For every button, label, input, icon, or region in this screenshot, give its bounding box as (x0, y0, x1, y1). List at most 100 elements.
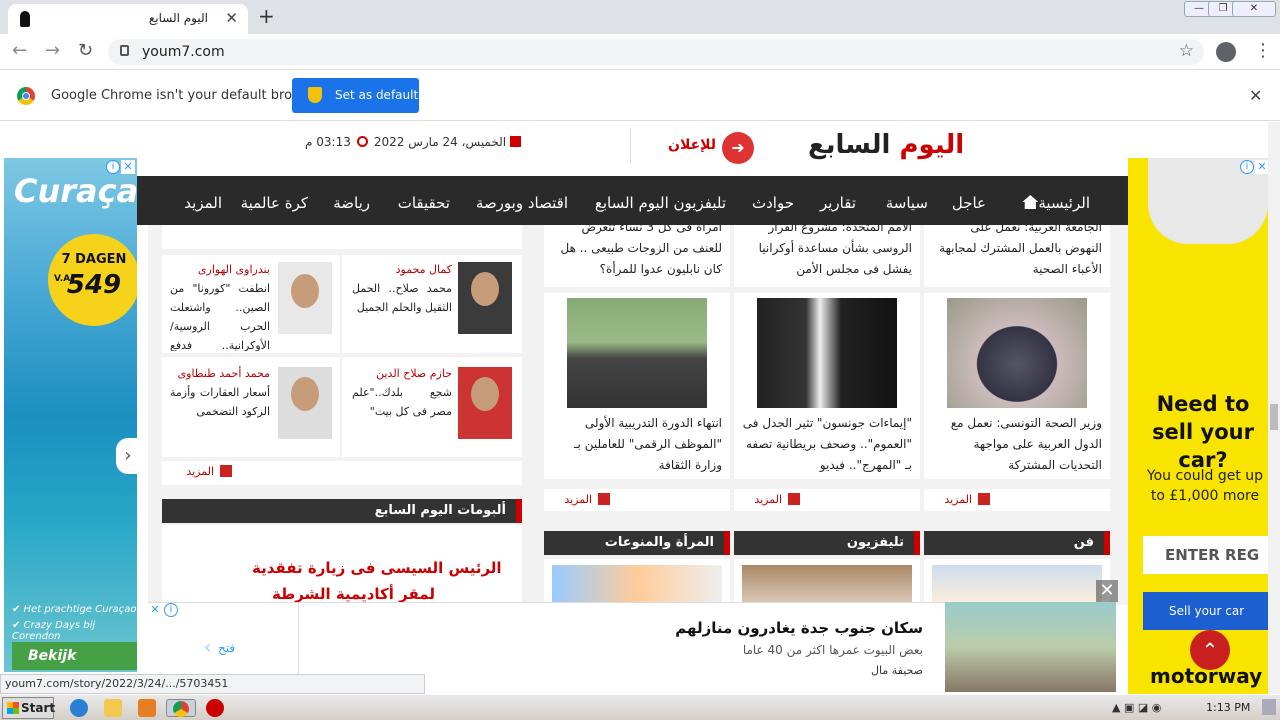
news-card[interactable]: انتهاء الدورة التدريبية الأولى "الموظف ا… (544, 293, 730, 479)
news-title[interactable]: وزير الصحة التونسى: نعمل مع الدول العربي… (930, 413, 1102, 476)
section-header-women[interactable]: المرأة والمنوعات (544, 531, 730, 555)
badge-top: 7 DAGEN (61, 252, 127, 267)
albums-box[interactable]: الرئيس السيسى فى زيارة تفقدية لمقر أكادي… (162, 525, 522, 605)
explorer-icon[interactable] (104, 699, 122, 717)
news-card[interactable]: الجامعة العربية: نعمل على النهوض بالعمل … (924, 225, 1110, 287)
account-icon[interactable] (1216, 42, 1236, 62)
site-logo[interactable]: اليوم السابع (808, 130, 964, 160)
ad-info-icon[interactable]: i (164, 603, 178, 617)
sell-car-button[interactable]: Sell your car (1143, 592, 1268, 630)
nav-politics[interactable]: سياسة (886, 194, 928, 212)
infobar-close-icon[interactable]: ✕ (1249, 86, 1262, 105)
nav-accidents[interactable]: حوادث (752, 194, 794, 212)
ad-info-icon[interactable]: i (106, 160, 120, 174)
set-as-default-button[interactable]: Set as default (292, 78, 419, 113)
app-icon[interactable] (206, 699, 224, 717)
news-card[interactable]: الأمم المتحدة: مشروع القرار الروسى بشأن … (734, 225, 920, 287)
nav-more[interactable]: المزيد (184, 194, 222, 212)
tab-active[interactable]: اليوم السابع ✕ (8, 4, 248, 34)
column-card[interactable]: محمد أحمد طنطاوى أسعار العقارات وأزمة ال… (162, 357, 340, 457)
column-card[interactable]: كمال محمود محمد صلاح.. الحمل الثقيل والح… (342, 255, 522, 353)
forward-icon[interactable]: → (45, 40, 60, 61)
more-link[interactable]: المزيد (186, 465, 232, 478)
ad-close-icon[interactable]: ✕ (121, 160, 135, 174)
nav-reports[interactable]: تقارير (820, 194, 856, 212)
section-image[interactable] (552, 565, 722, 605)
nav-tv[interactable]: تليفزيون اليوم السابع (595, 194, 726, 212)
chrome-taskbar-button[interactable] (166, 699, 196, 717)
column-author[interactable]: حازم صلاح الدين (376, 367, 452, 380)
column-title[interactable]: شجع بلدك.."علم مصر فى كل بيت" (352, 383, 452, 421)
news-title[interactable]: الجامعة العربية: نعمل على النهوض بالعمل … (930, 225, 1102, 280)
nav-breaking[interactable]: عاجل (952, 194, 986, 212)
column-title[interactable]: انطفت "كورونا" من الصين.. واشتعلت الحرب … (170, 279, 270, 351)
reload-icon[interactable]: ↻ (78, 40, 93, 61)
ad-cta-button[interactable]: Bekijk aanbod (12, 642, 137, 670)
right-advertisement[interactable]: Need to sell your car? You could get up … (1128, 158, 1268, 694)
column-author[interactable]: كمال محمود (396, 263, 452, 276)
ad-open-link[interactable]: فتح (218, 641, 235, 655)
section-image[interactable] (932, 565, 1102, 605)
nav-home[interactable]: الرئيسية (1018, 194, 1090, 212)
ie-icon[interactable] (70, 699, 88, 717)
section-card[interactable] (924, 559, 1110, 605)
column-author[interactable]: بندراوى الهوارى (198, 263, 270, 276)
nav-sports[interactable]: رياضة (333, 194, 370, 212)
chevron-right-icon[interactable]: › (116, 438, 137, 474)
close-window-button[interactable]: ✕ (1232, 1, 1276, 17)
address-bar[interactable]: youm7.com ☆ (108, 39, 1204, 65)
news-card[interactable]: "إيماءات جونسون" تثير الجدل فى "العموم".… (734, 293, 920, 479)
bookmark-star-icon[interactable]: ☆ (1179, 41, 1194, 61)
tray-icons[interactable]: ▲ ▣ ◪ ◉ (1112, 701, 1161, 714)
overlay-close-icon[interactable]: ✕ (1096, 580, 1118, 602)
news-card[interactable]: امرأة فى كل 3 نساء تتعرض للعنف من الزوجا… (544, 225, 730, 287)
section-image[interactable] (742, 565, 912, 605)
section-header-tv[interactable]: تليفزيون (734, 531, 920, 555)
nav-economy[interactable]: اقتصاد وبورصة (476, 194, 568, 212)
chevron-left-icon[interactable]: ‹ (204, 637, 211, 658)
media-player-icon[interactable] (138, 699, 156, 717)
more-link[interactable]: المزيد (944, 493, 990, 506)
ad-title[interactable]: سكان جنوب جدة يغادرون منازلهم (653, 619, 923, 637)
news-title[interactable]: امرأة فى كل 3 نساء تتعرض للعنف من الزوجا… (550, 225, 722, 280)
news-title[interactable]: "إيماءات جونسون" تثير الجدل فى "العموم".… (740, 413, 912, 476)
column-card[interactable]: حازم صلاح الدين شجع بلدك.."علم مصر فى كل… (342, 357, 522, 457)
section-card[interactable] (544, 559, 730, 605)
registration-input[interactable]: ENTER REG (1143, 536, 1268, 574)
face (291, 274, 319, 308)
page-scrollbar[interactable] (1268, 122, 1280, 694)
ad-close-icon[interactable]: ✕ (148, 603, 162, 617)
section-header-art[interactable]: فن (924, 531, 1110, 555)
scroll-to-top-button[interactable]: ⌃ (1190, 630, 1230, 670)
news-image[interactable] (567, 298, 707, 408)
new-tab-button[interactable]: + (258, 4, 275, 28)
ad-close-icon[interactable]: ✕ (1255, 160, 1269, 174)
nav-world-football[interactable]: كرة عالمية (241, 194, 308, 212)
nav-investigations[interactable]: تحقيقات (398, 194, 450, 212)
section-card[interactable] (734, 559, 920, 605)
more-link[interactable]: المزيد (564, 493, 610, 506)
show-desktop-button[interactable] (1262, 699, 1276, 715)
news-title[interactable]: الأمم المتحدة: مشروع القرار الروسى بشأن … (740, 225, 912, 280)
more-link[interactable]: المزيد (754, 493, 800, 506)
column-title[interactable]: محمد صلاح.. الحمل الثقيل والحلم الجميل (352, 279, 452, 317)
news-image[interactable] (947, 298, 1087, 408)
news-image[interactable] (757, 298, 897, 408)
start-button[interactable]: Start (2, 697, 55, 719)
news-title[interactable]: انتهاء الدورة التدريبية الأولى "الموظف ا… (550, 413, 722, 476)
megaphone-icon[interactable]: ➜ (722, 132, 754, 164)
ad-info-icon[interactable]: i (1240, 160, 1254, 174)
more-label: المزيد (564, 493, 592, 506)
tab-close-icon[interactable]: ✕ (225, 9, 238, 27)
column-author[interactable]: محمد أحمد طنطاوى (178, 367, 270, 380)
ad-image[interactable] (945, 602, 1116, 692)
browser-menu-icon[interactable]: ⋮ (1254, 40, 1272, 61)
albums-header[interactable]: ألبومات اليوم السابع (162, 499, 522, 523)
left-advertisement[interactable]: Curaçao 7 DAGEN 549 V.A. › ✔ Het prachti… (4, 158, 137, 672)
scrollbar-thumb[interactable] (1270, 404, 1278, 430)
column-title[interactable]: أسعار العقارات وأزمة الركود التضخمى (170, 383, 270, 421)
back-icon[interactable]: ← (12, 40, 27, 61)
column-card[interactable]: بندراوى الهوارى انطفت "كورونا" من الصين.… (162, 255, 340, 353)
advertise-link[interactable]: للإعلان (668, 137, 716, 153)
news-card[interactable]: وزير الصحة التونسى: نعمل مع الدول العربي… (924, 293, 1110, 479)
